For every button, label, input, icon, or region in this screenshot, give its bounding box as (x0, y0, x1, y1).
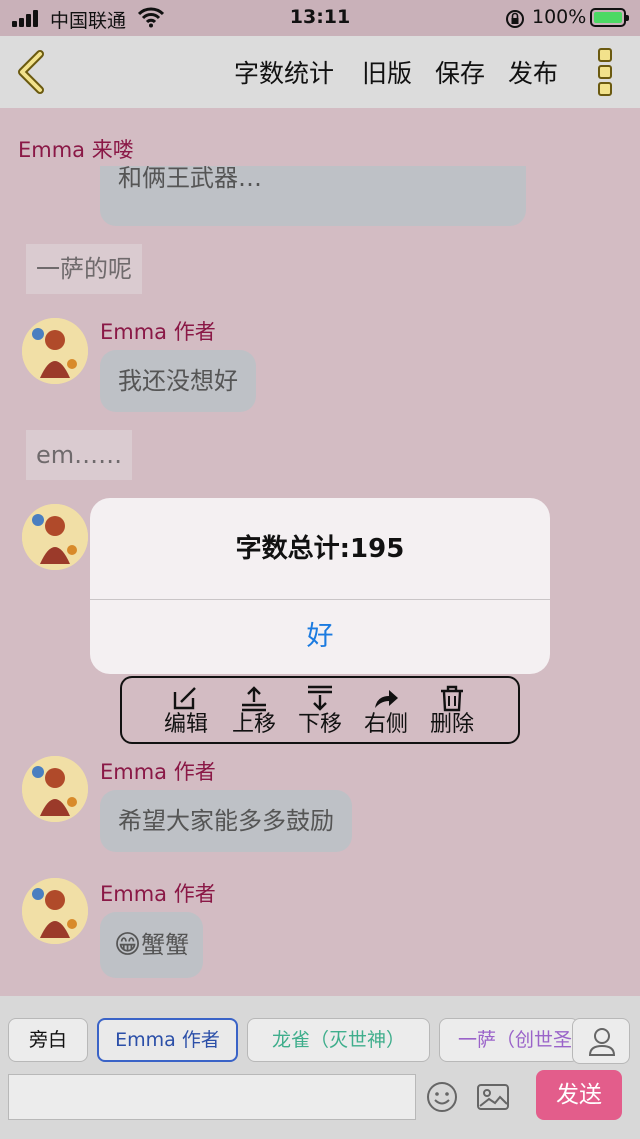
delete-button[interactable]: 删除 (424, 684, 480, 740)
role-narrator[interactable]: 旁白 (8, 1018, 88, 1062)
avatar[interactable] (22, 504, 88, 570)
role-yisa[interactable]: 一萨（创世圣 (439, 1018, 579, 1062)
add-role-button[interactable] (572, 1018, 630, 1064)
message-input[interactable] (8, 1074, 416, 1120)
right-side-button[interactable]: 右侧 (358, 684, 414, 740)
publish-button[interactable]: 发布 (508, 54, 558, 90)
word-count-dialog: 字数总计:195 好 (90, 498, 550, 674)
message-text: 我还没想好 (118, 367, 238, 395)
message-text: 希望大家能多多鼓励 (118, 807, 334, 835)
move-up-label: 上移 (231, 712, 276, 737)
message-bubble[interactable]: 😁蟹蟹 (100, 912, 204, 978)
edit-label: 编辑 (163, 712, 208, 737)
avatar-image (22, 504, 88, 570)
avatar-image (22, 318, 88, 384)
battery-percent: 100% (532, 6, 587, 28)
emoji-grin-icon: 😁 (114, 930, 142, 960)
narration-bubble[interactable]: em…… (26, 430, 133, 480)
top-name-label: Emma 来喽 (18, 138, 134, 162)
avatar[interactable] (22, 756, 88, 822)
avatar[interactable] (22, 318, 88, 384)
battery-icon (590, 8, 629, 27)
edit-button[interactable]: 编辑 (158, 684, 214, 740)
move-down-button[interactable]: 下移 (292, 684, 348, 740)
image-icon[interactable] (476, 1082, 510, 1112)
sender-name: Emma 作者 (100, 760, 216, 784)
narration-bubble[interactable]: 一萨的呢 (26, 244, 142, 294)
orientation-lock-icon (506, 10, 524, 28)
right-side-label: 右侧 (363, 712, 408, 737)
share-arrow-icon (375, 690, 398, 708)
move-up-icon (242, 686, 266, 712)
message-bubble[interactable]: 我还没想好 (100, 350, 256, 412)
more-icon[interactable] (598, 48, 612, 96)
message-text: 和俩王武器… (118, 166, 262, 192)
role-emma-author[interactable]: Emma 作者 (97, 1018, 238, 1062)
edit-icon (173, 687, 196, 710)
sender-name: Emma 作者 (100, 320, 216, 344)
message-context-menu: 编辑 上移 下移 右侧 删除 (120, 676, 520, 744)
dialog-title: 字数总计:195 (235, 534, 405, 564)
save-button[interactable]: 保存 (435, 54, 485, 90)
back-icon[interactable] (14, 50, 50, 94)
move-up-button[interactable]: 上移 (226, 684, 282, 740)
avatar-image (22, 878, 88, 944)
delete-label: 删除 (429, 712, 474, 737)
avatar-image (22, 756, 88, 822)
sender-name: Emma 作者 (100, 882, 216, 906)
old-version-button[interactable]: 旧版 (362, 54, 412, 90)
user-icon (588, 1028, 616, 1056)
emoji-icon[interactable] (426, 1081, 458, 1113)
send-button[interactable]: 发送 (536, 1070, 622, 1120)
trash-icon (441, 685, 463, 712)
message-text: 蟹蟹 (141, 931, 190, 959)
status-bar: 中国联通 13:11 100% (0, 0, 640, 36)
move-down-icon (308, 685, 332, 711)
dialog-ok-button[interactable]: 好 (90, 600, 550, 674)
move-down-label: 下移 (297, 712, 342, 737)
editor-header: 字数统计 旧版 保存 发布 (0, 36, 640, 108)
role-longque[interactable]: 龙雀（灭世神） (247, 1018, 430, 1062)
word-count-button[interactable]: 字数统计 (234, 54, 334, 90)
message-bubble[interactable]: 希望大家能多多鼓励 (100, 790, 352, 852)
message-bubble[interactable]: 和俩王武器… (100, 166, 526, 226)
avatar[interactable] (22, 878, 88, 944)
input-panel: 旁白 Emma 作者 龙雀（灭世神） 一萨（创世圣 发送 (0, 996, 640, 1139)
